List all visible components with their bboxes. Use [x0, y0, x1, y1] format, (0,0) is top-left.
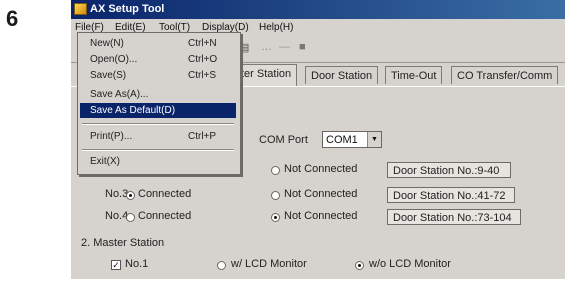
menu-item-save-as-default[interactable]: Save As Default(D) — [80, 103, 236, 118]
connected-label: Connected — [138, 188, 192, 200]
master-station-heading: 2. Master Station — [81, 237, 165, 249]
menu-item-label: Save As Default(D) — [90, 105, 176, 116]
menu-item-label: Save(S) — [90, 70, 127, 81]
menu-item-save[interactable]: Save(S) Ctrl+S — [80, 68, 236, 83]
no-lcd-monitor-label: w/o LCD Monitor — [369, 258, 451, 270]
menu-item-exit[interactable]: Exit(X) — [80, 154, 236, 169]
title-bar: AX Setup Tool — [71, 0, 565, 19]
door-range-box: Door Station No.:9-40 — [387, 162, 511, 178]
com-port-label: COM Port — [259, 134, 308, 146]
tab-co-transfer[interactable]: CO Transfer/Comm — [451, 66, 559, 84]
not-connected-radio[interactable] — [271, 213, 280, 222]
lcd-monitor-label: w/ LCD Monitor — [231, 258, 307, 270]
door-range-box: Door Station No.:73-104 — [387, 209, 521, 225]
menu-separator — [82, 123, 234, 125]
com-port-value: COM1 — [326, 134, 358, 146]
copy-icon[interactable]: ■ — [299, 41, 306, 55]
tab-time-out[interactable]: Time-Out — [385, 66, 443, 84]
not-connected-radio[interactable] — [271, 166, 280, 175]
menu-item-label: Exit(X) — [90, 156, 120, 167]
tab-master-station[interactable]: ter Station — [235, 64, 298, 86]
connected-label: Connected — [138, 210, 192, 222]
door-row-label: No.4 — [105, 210, 129, 222]
menu-item-shortcut: Ctrl+N — [188, 38, 217, 49]
app-icon — [74, 3, 87, 15]
menu-item-shortcut: Ctrl+O — [188, 54, 218, 65]
no1-label: No.1 — [125, 258, 149, 270]
file-menu-dropdown: New(N) Ctrl+N Open(O)... Ctrl+O Save(S) … — [77, 32, 241, 175]
door-range-box: Door Station No.:41-72 — [387, 187, 515, 203]
window-title: AX Setup Tool — [90, 3, 165, 15]
not-connected-radio[interactable] — [271, 191, 280, 200]
no-lcd-monitor-radio[interactable] — [355, 261, 364, 270]
not-connected-label: Not Connected — [284, 188, 358, 200]
menu-item-shortcut: Ctrl+P — [188, 131, 217, 142]
menu-item-label: Print(P)... — [90, 131, 133, 142]
com-port-select[interactable]: COM1 ▼ — [322, 131, 382, 148]
tab-door-station[interactable]: Door Station — [305, 66, 379, 84]
menu-item-new[interactable]: New(N) Ctrl+N — [80, 36, 236, 51]
door-row-label: No.3 — [105, 188, 129, 200]
menu-help[interactable]: Help(H) — [259, 22, 293, 33]
not-connected-label: Not Connected — [284, 210, 358, 222]
connected-radio[interactable] — [126, 191, 135, 200]
connected-radio[interactable] — [126, 213, 135, 222]
menu-item-open[interactable]: Open(O)... Ctrl+O — [80, 52, 236, 67]
not-connected-label: Not Connected — [284, 163, 358, 175]
menu-separator — [82, 149, 234, 151]
menu-item-label: Save As(A)... — [90, 89, 149, 100]
menu-item-save-as[interactable]: Save As(A)... — [80, 87, 236, 102]
menu-item-label: New(N) — [90, 38, 124, 49]
menu-item-shortcut: Ctrl+S — [188, 70, 217, 81]
chevron-down-icon[interactable]: ▼ — [367, 132, 381, 147]
cut-icon[interactable]: … — [261, 41, 272, 55]
separator-icon: — — [279, 41, 290, 53]
lcd-monitor-radio[interactable] — [217, 261, 226, 270]
menu-item-label: Open(O)... — [90, 54, 138, 65]
step-number: 6 — [6, 6, 19, 31]
menu-item-print[interactable]: Print(P)... Ctrl+P — [80, 129, 236, 144]
no1-checkbox[interactable]: ✓ — [111, 260, 121, 270]
